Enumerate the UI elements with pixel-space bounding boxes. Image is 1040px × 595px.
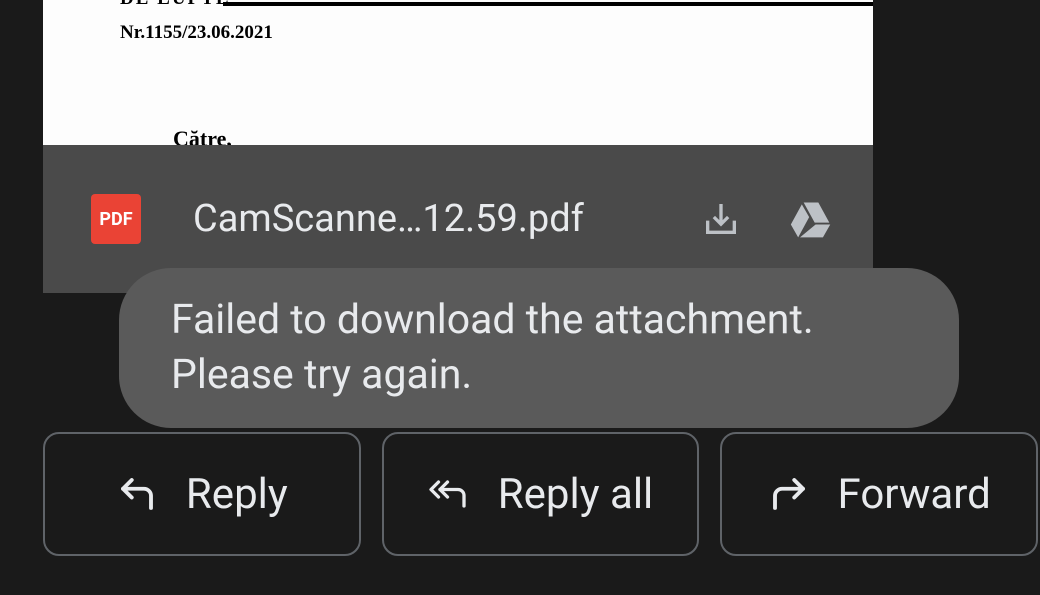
reply-label: Reply (186, 470, 288, 519)
reply-button[interactable]: Reply (43, 432, 361, 556)
document-preview[interactable]: DE LUPTE Nr.1155/23.06.2021 Către, (43, 0, 873, 145)
attachment-filename: CamScanne…12.59.pdf (193, 197, 655, 241)
reply-all-button[interactable]: Reply all (382, 432, 700, 556)
doc-text-nr: Nr.1155/23.06.2021 (120, 22, 273, 44)
pdf-icon: PDF (91, 194, 141, 244)
error-toast: Failed to download the attachment. Pleas… (119, 268, 959, 428)
action-row: Reply Reply all Forward (43, 432, 1038, 556)
forward-button[interactable]: Forward (720, 432, 1038, 556)
reply-icon (116, 473, 158, 515)
attachment-card[interactable]: DE LUPTE Nr.1155/23.06.2021 Către, PDF C… (43, 0, 873, 293)
forward-icon (768, 473, 810, 515)
forward-label: Forward (838, 470, 991, 519)
doc-divider (223, 2, 873, 6)
reply-all-icon (428, 473, 470, 515)
reply-all-label: Reply all (498, 470, 654, 519)
doc-text-line1: DE LUPTE (120, 0, 231, 10)
toast-message: Failed to download the attachment. Pleas… (171, 293, 907, 404)
drive-icon[interactable] (787, 195, 835, 243)
download-icon[interactable] (697, 195, 745, 243)
